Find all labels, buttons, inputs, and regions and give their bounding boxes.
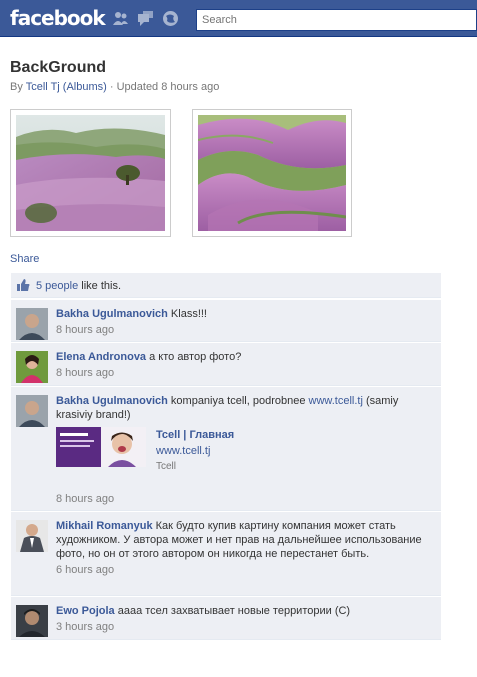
likes-count-link[interactable]: 5 people: [36, 280, 78, 292]
comment-item: Bakha Ugulmanovich Klass!!! 8 hours ago: [11, 300, 441, 342]
comment-body: Ewo Pojola аааа тсел захватывает новые т…: [56, 604, 431, 634]
likes-text: 5 people like this.: [36, 280, 121, 292]
top-bar: facebook: [0, 0, 477, 37]
comment-text: а кто автор фото?: [146, 351, 242, 363]
album-title: BackGround: [10, 59, 107, 76]
comment-timestamp[interactable]: 8 hours ago: [56, 366, 431, 380]
comment-author[interactable]: Bakha Ugulmanovich: [56, 395, 168, 407]
comment-text: аааа тсел захватывает новые территории (…: [114, 605, 351, 617]
comment-author[interactable]: Bakha Ugulmanovich: [56, 308, 168, 320]
thumbs-up-icon: [17, 279, 30, 291]
comment-body: Mikhail Romanyuk Как будто купив картину…: [56, 519, 431, 577]
comment-item: Ewo Pojola аааа тсел захватывает новые т…: [11, 597, 441, 640]
comment-item: Bakha Ugulmanovich kompaniya tcell, podr…: [11, 387, 441, 511]
attachment-title[interactable]: Tcell | Главная: [156, 429, 234, 441]
avatar[interactable]: [16, 351, 48, 383]
share-link[interactable]: Share: [10, 253, 39, 265]
search-input[interactable]: [196, 9, 477, 31]
avatar[interactable]: [16, 520, 48, 552]
attachment-url[interactable]: www.tcell.tj: [156, 445, 210, 457]
albums-link[interactable]: (Albums): [63, 81, 107, 93]
comment-text-before: kompaniya tcell, podrobnee: [167, 395, 309, 407]
comment-timestamp[interactable]: 6 hours ago: [56, 563, 431, 577]
attachment-source: Tcell: [156, 461, 177, 472]
album-author-link[interactable]: Tcell Tj: [26, 81, 60, 93]
comment-body: Elena Andronova а кто автор фото? 8 hour…: [56, 350, 431, 380]
comment-timestamp[interactable]: 3 hours ago: [56, 620, 431, 634]
comment-author[interactable]: Mikhail Romanyuk: [56, 520, 153, 532]
comment-body: Bakha Ugulmanovich kompaniya tcell, podr…: [56, 394, 431, 422]
avatar[interactable]: [16, 605, 48, 637]
album-photo-1[interactable]: [10, 109, 171, 237]
notifications-icon[interactable]: [162, 10, 179, 27]
link-attachment[interactable]: Tcell | Главная www.tcell.tj Tcell: [56, 427, 426, 477]
friends-icon[interactable]: [112, 10, 129, 27]
comment-text: Klass!!!: [167, 308, 207, 320]
messages-icon[interactable]: [137, 10, 154, 27]
comment-timestamp[interactable]: 8 hours ago: [56, 493, 114, 505]
likes-bar: 5 people like this.: [11, 273, 441, 298]
comment-author[interactable]: Ewo Pojola: [56, 605, 115, 617]
comment-timestamp[interactable]: 8 hours ago: [56, 323, 431, 337]
avatar[interactable]: [16, 308, 48, 340]
avatar[interactable]: [16, 395, 48, 427]
likes-suffix: like this.: [78, 280, 122, 292]
lavender-hills-image: [16, 115, 165, 231]
comment-url-link[interactable]: www.tcell.tj: [309, 395, 363, 407]
comment-item: Mikhail Romanyuk Как будто купив картину…: [11, 512, 441, 596]
comment-item: Elena Andronova а кто автор фото? 8 hour…: [11, 343, 441, 386]
album-photo-2[interactable]: [192, 109, 352, 237]
facebook-logo[interactable]: facebook: [10, 6, 106, 30]
comment-author[interactable]: Elena Andronova: [56, 351, 146, 363]
lavender-valleys-image: [198, 115, 346, 231]
byline-prefix: By: [10, 81, 26, 93]
attachment-thumbnail[interactable]: [56, 427, 146, 467]
comment-body: Bakha Ugulmanovich Klass!!! 8 hours ago: [56, 307, 431, 337]
updated-text: · Updated 8 hours ago: [106, 81, 220, 93]
album-byline: By Tcell Tj (Albums) · Updated 8 hours a…: [10, 81, 219, 93]
